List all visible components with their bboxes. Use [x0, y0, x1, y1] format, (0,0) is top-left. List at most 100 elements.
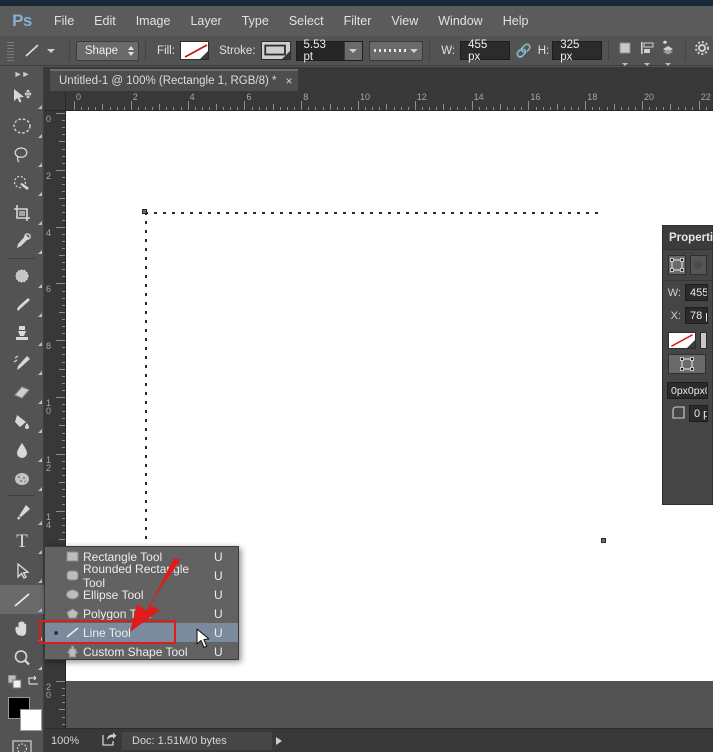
sidebar-item-brush-tool[interactable]: [0, 290, 44, 319]
mask-properties-icon[interactable]: [689, 255, 707, 275]
ruler-tick-minor: [372, 107, 374, 110]
sidebar-item-spot-healing-brush-tool[interactable]: [0, 261, 44, 290]
sidebar-item-eyedropper-tool[interactable]: [0, 227, 44, 256]
properties-width-input[interactable]: 455: [685, 284, 708, 301]
quick-mask-icon[interactable]: [0, 734, 44, 752]
ruler-tick-major: [414, 101, 416, 110]
menu-view[interactable]: View: [381, 10, 428, 32]
stroke-width-dropdown-icon[interactable]: [344, 41, 362, 60]
sidebar-item-type-tool[interactable]: T: [0, 527, 44, 556]
ruler-tick-major: [698, 101, 700, 110]
corner-radius-icon: [667, 405, 685, 422]
sidebar-item-eraser-tool[interactable]: [0, 377, 44, 406]
sidebar-item-lasso-tool[interactable]: [0, 140, 44, 169]
menu-image[interactable]: Image: [126, 10, 181, 32]
ruler-tick-minor: [62, 205, 65, 207]
sidebar-item-zoom-tool[interactable]: [0, 643, 44, 672]
ruler-tick-minor: [62, 460, 65, 462]
path-alignment-icon[interactable]: [636, 40, 657, 66]
ruler-tick-minor: [59, 198, 65, 200]
properties-corner-radii-input[interactable]: 0px0px0: [667, 382, 708, 399]
ruler-tick-minor: [237, 107, 239, 110]
ruler-label: 2: [132, 92, 138, 102]
sidebar-item-pen-tool[interactable]: [0, 498, 44, 527]
options-bar-grip[interactable]: [5, 39, 17, 62]
live-shape-properties-icon[interactable]: [668, 255, 686, 275]
menu-item-check-icon: ▪: [53, 624, 59, 640]
selection-handle-br[interactable]: [601, 538, 606, 543]
properties-stroke-swatch[interactable]: [668, 332, 696, 349]
stroke-width-field[interactable]: 5.53 pt: [295, 39, 363, 63]
selection-handle-tl[interactable]: [142, 209, 147, 214]
shape-selection-bounds[interactable]: [142, 209, 606, 543]
close-icon[interactable]: ×: [286, 74, 293, 88]
sidebar-item-crop-tool[interactable]: [0, 198, 44, 227]
path-arrangement-icon[interactable]: [657, 40, 678, 66]
ruler-tick-minor: [485, 107, 487, 110]
ruler-label: 14: [46, 511, 52, 530]
properties-panel-tabbar[interactable]: Properties: [663, 226, 713, 250]
ruler-tick-minor: [62, 233, 65, 235]
sidebar-item-path-selection-tool[interactable]: [0, 556, 44, 585]
shape-bounds-icon[interactable]: [668, 354, 706, 374]
stroke-dash-select[interactable]: [368, 40, 424, 61]
background-color-swatch[interactable]: [20, 709, 42, 731]
shape-mode-select[interactable]: Shape: [75, 40, 140, 61]
stroke-swatch-button[interactable]: [260, 41, 291, 60]
menu-filter[interactable]: Filter: [334, 10, 382, 32]
tool-options-bar: Shape Fill: Stroke: 5.53 pt W: 455 px 🔗 …: [0, 36, 713, 66]
horizontal-ruler[interactable]: 0 2 4 6 8 10 12 14 16 18 20 22: [66, 91, 713, 111]
fill-swatch-button[interactable]: [179, 41, 210, 60]
sidebar-item-gradient-tool[interactable]: [0, 406, 44, 435]
ruler-tick-minor: [450, 107, 452, 110]
menu-help[interactable]: Help: [493, 10, 539, 32]
ruler-corner[interactable]: [44, 91, 66, 111]
menu-type[interactable]: Type: [232, 10, 279, 32]
ruler-tick-minor: [62, 162, 65, 164]
sidebar-item-hand-tool[interactable]: [0, 614, 44, 643]
properties-fill-swatch[interactable]: [700, 332, 707, 349]
gear-settings-icon[interactable]: [692, 40, 713, 62]
sidebar-item-blur-tool[interactable]: [0, 435, 44, 464]
swap-colors-icon[interactable]: [27, 674, 40, 687]
sidebar-item-history-brush-tool[interactable]: [0, 348, 44, 377]
rectangle-icon: [61, 549, 83, 564]
play-caret-icon[interactable]: [276, 736, 282, 745]
menu-window[interactable]: Window: [428, 10, 492, 32]
ruler-tick-minor: [613, 104, 615, 110]
menu-file[interactable]: File: [44, 10, 84, 32]
ruler-tick-minor: [208, 107, 210, 110]
ruler-tick-minor: [336, 107, 338, 110]
sidebar-item-clone-stamp-tool[interactable]: [0, 319, 44, 348]
width-input[interactable]: 455 px: [460, 39, 510, 63]
document-info: Doc: 1.51M/0 bytes: [122, 731, 272, 750]
line-tool-icon[interactable]: [19, 39, 45, 62]
tool-preset-chevron-down-icon[interactable]: [46, 48, 55, 53]
menu-edit[interactable]: Edit: [84, 10, 126, 32]
ruler-tick-minor: [656, 107, 658, 110]
share-export-icon[interactable]: [96, 732, 122, 749]
ruler-tick-minor: [599, 107, 601, 110]
ruler-tick-minor: [365, 107, 367, 110]
document-tab[interactable]: Untitled-1 @ 100% (Rectangle 1, RGB/8) *…: [50, 69, 298, 91]
properties-x-input[interactable]: 78 p: [685, 307, 708, 324]
ruler-tick-minor: [592, 107, 594, 110]
divider: [68, 40, 70, 61]
sidebar-item-move-tool[interactable]: [0, 82, 44, 111]
sidebar-item-elliptical-marquee-tool[interactable]: [0, 111, 44, 140]
sidebar-item-dodge-tool[interactable]: [0, 464, 44, 493]
sidebar-item-line-tool[interactable]: [0, 585, 44, 614]
height-input[interactable]: 325 px: [552, 39, 602, 63]
ruler-tick-minor: [59, 482, 65, 484]
ruler-tick-minor: [62, 347, 65, 349]
double-chevron-right-icon[interactable]: ►►: [0, 66, 43, 82]
properties-corner-input[interactable]: 0 p: [689, 405, 708, 422]
menu-select[interactable]: Select: [279, 10, 334, 32]
default-colors-icon[interactable]: [8, 675, 22, 689]
link-chain-icon[interactable]: 🔗: [516, 43, 532, 59]
ruler-tick-minor: [265, 107, 267, 110]
zoom-level-input[interactable]: 100%: [48, 732, 96, 750]
menu-layer[interactable]: Layer: [180, 10, 231, 32]
path-operations-icon[interactable]: [615, 40, 636, 66]
sidebar-item-quick-selection-tool[interactable]: [0, 169, 44, 198]
